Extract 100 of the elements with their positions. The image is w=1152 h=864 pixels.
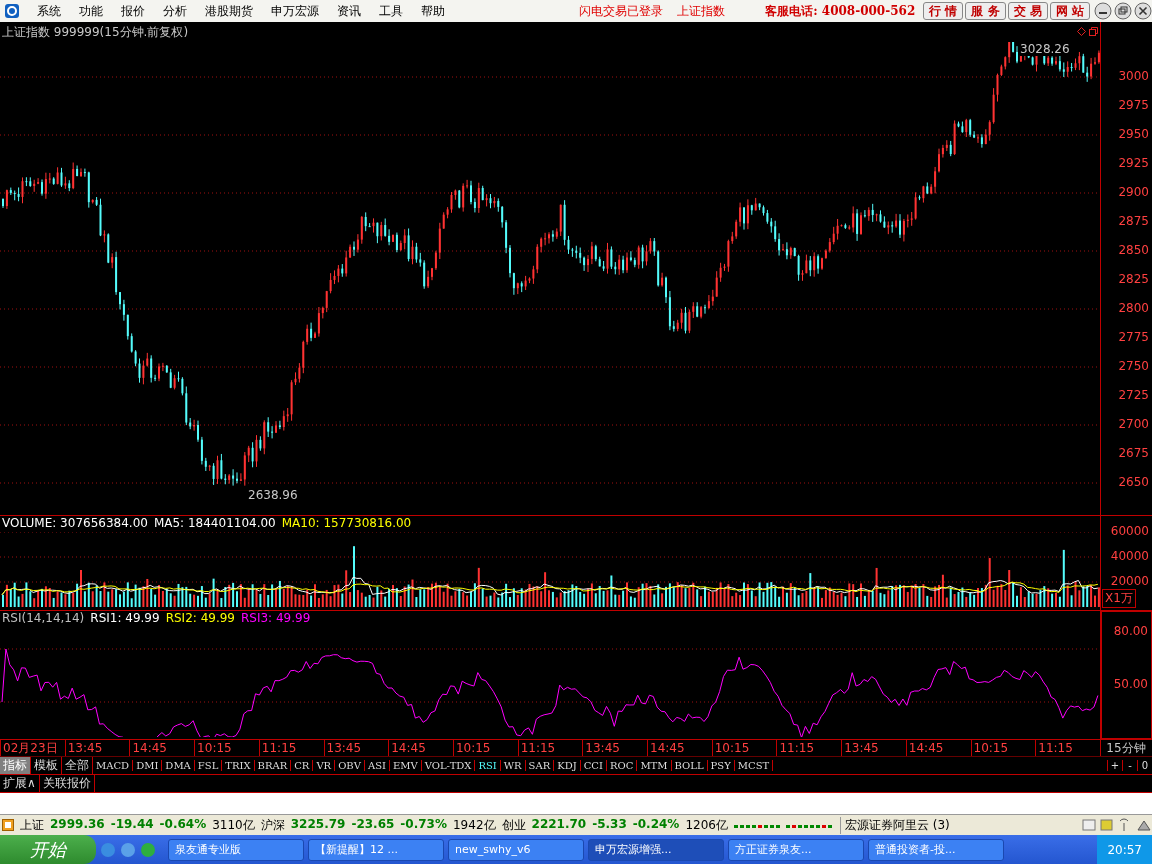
axis-label: 20000 [1110, 574, 1149, 588]
time-label: 10:15 [970, 740, 1036, 756]
axis-label: 3000 [1118, 69, 1149, 83]
taskbar-button[interactable]: 申万宏源增强... [588, 838, 724, 861]
axis-label: 2775 [1118, 330, 1149, 344]
category-tab[interactable]: 全部 [62, 757, 93, 774]
menu-item[interactable]: 报价 [112, 2, 154, 20]
category-tab[interactable]: 指标 [0, 757, 31, 774]
index-percent: -0.64% [159, 816, 207, 833]
taskbar-button[interactable]: 方正证券泉友... [728, 838, 864, 861]
indicator-tab[interactable]: ROC [607, 760, 638, 771]
close-icon[interactable] [1134, 2, 1152, 20]
time-label: 10:15 [194, 740, 259, 756]
indicator-tab[interactable]: PSY [707, 760, 735, 771]
server-label: 宏源证券阿里云 (3) [839, 816, 950, 834]
tray-icons-drawing [1082, 818, 1152, 832]
period-label[interactable]: 15分钟 [1100, 740, 1151, 756]
status-icon[interactable] [2, 819, 14, 831]
extra-tab[interactable]: 关联报价 [39, 775, 95, 792]
indicator-tab[interactable]: ASI [364, 760, 390, 771]
zoom-button[interactable]: 0 [1137, 760, 1152, 771]
axis-label: 2875 [1118, 214, 1149, 228]
indicator-tab[interactable]: CR [291, 760, 314, 771]
nav-button[interactable]: 行 情 [923, 2, 964, 20]
time-label: 10:15 [452, 740, 518, 756]
menu-item[interactable]: 资讯 [328, 2, 370, 20]
time-label: 14:45 [647, 740, 712, 756]
category-tab[interactable]: 模板 [31, 757, 62, 774]
index-name: 沪深 [260, 816, 285, 834]
zoom-button[interactable]: + [1107, 760, 1122, 771]
index-amount: 1942亿 [453, 816, 496, 834]
axis-label: 2675 [1118, 446, 1149, 460]
axis-label: 2950 [1118, 127, 1149, 141]
axis-label: 2725 [1118, 388, 1149, 402]
time-label: 11:15 [258, 740, 324, 756]
nav-button[interactable]: 服 务 [965, 2, 1006, 20]
axis-label: 2750 [1118, 359, 1149, 373]
indicator-tab[interactable]: DMI [133, 760, 163, 771]
diamond-icon[interactable] [1077, 27, 1086, 36]
taskbar-button[interactable]: 【新提醒】12 ... [308, 838, 444, 861]
index-change: -19.44 [110, 816, 154, 833]
menu-item[interactable]: 工具 [370, 2, 412, 20]
indicator-tab[interactable]: BOLL [671, 760, 708, 771]
indicator-tab[interactable]: BRAR [254, 760, 292, 771]
menu-item[interactable]: 功能 [70, 2, 112, 20]
unit-label: X1万 [1102, 589, 1136, 608]
indicator-tab[interactable]: MTM [637, 760, 672, 771]
indicator-tab[interactable]: DMA [162, 760, 195, 771]
axis-label: 2800 [1118, 301, 1149, 315]
indicator-tab[interactable]: FSL [194, 760, 223, 771]
menu-item[interactable]: 港股期货 [196, 2, 262, 20]
indicator-tab[interactable]: VOL-TDX [421, 760, 476, 771]
axis-label: 2975 [1118, 98, 1149, 112]
indicator-tab[interactable]: EMV [389, 760, 422, 771]
indicator-tab[interactable]: CCI [580, 760, 607, 771]
window-icon[interactable] [1089, 27, 1098, 36]
extra-tab[interactable]: 扩展∧ [0, 775, 40, 792]
time-label: 14:45 [129, 740, 195, 756]
nav-button[interactable]: 交 易 [1007, 2, 1048, 20]
menu-item[interactable]: 申万宏源 [262, 2, 328, 20]
taskbar-button[interactable]: new_swhy_v6 [448, 838, 584, 861]
axis-label: 80.00 [1113, 624, 1148, 638]
index-percent: -0.73% [400, 816, 447, 833]
indicator-tab[interactable]: OBV [335, 760, 365, 771]
legend-text: RSI(14,14,14) [2, 611, 85, 627]
indicator-tab[interactable]: RSI [475, 760, 501, 771]
axis-label: 2925 [1118, 156, 1149, 170]
time-label: 02月23日 [0, 740, 65, 756]
time-label: 13:45 [64, 740, 130, 756]
index-change: -5.33 [592, 816, 627, 833]
menu-item[interactable]: 系统 [28, 2, 70, 20]
notice-link[interactable]: 闪电交易已登录 [579, 2, 664, 20]
restore-icon[interactable] [1114, 2, 1132, 20]
minimize-icon[interactable] [1094, 2, 1112, 20]
axis-label: 50.00 [1113, 677, 1148, 691]
start-button[interactable]: 开始 [0, 835, 96, 864]
indicator-tab[interactable]: KDJ [554, 760, 581, 771]
axis-label: 2650 [1118, 475, 1149, 489]
menu-item[interactable]: 帮助 [412, 2, 454, 20]
index-change: -23.65 [351, 816, 395, 833]
time-label: 11:15 [1035, 740, 1100, 756]
legend-text: RSI1: 49.99 [90, 611, 160, 627]
notice-link[interactable]: 上证指数 [677, 2, 726, 20]
nav-button[interactable]: 网 站 [1049, 2, 1090, 20]
zoom-button[interactable]: - [1122, 760, 1137, 771]
indicator-tab[interactable]: SAR [525, 760, 555, 771]
index-name: 创业 [501, 816, 526, 834]
legend-text: RSI2: 49.99 [165, 611, 235, 627]
index-value: 3225.79 [290, 816, 346, 833]
menu-item[interactable]: 分析 [154, 2, 196, 20]
index-name: 上证 [20, 816, 44, 834]
indicator-tab[interactable]: MACD [93, 760, 134, 771]
legend-text: VOLUME: 307656384.00 [2, 516, 148, 532]
taskbar-button[interactable]: 泉友通专业版 [168, 838, 304, 861]
indicator-tab[interactable]: VR [313, 760, 336, 771]
indicator-tab[interactable]: MCST [734, 760, 774, 771]
indicator-tab[interactable]: TRIX [222, 760, 255, 771]
indicator-tab[interactable]: WR [500, 760, 526, 771]
taskbar-button[interactable]: 普通投资者-投... [868, 838, 1004, 861]
low-price-label: 2638.96 [248, 488, 298, 502]
